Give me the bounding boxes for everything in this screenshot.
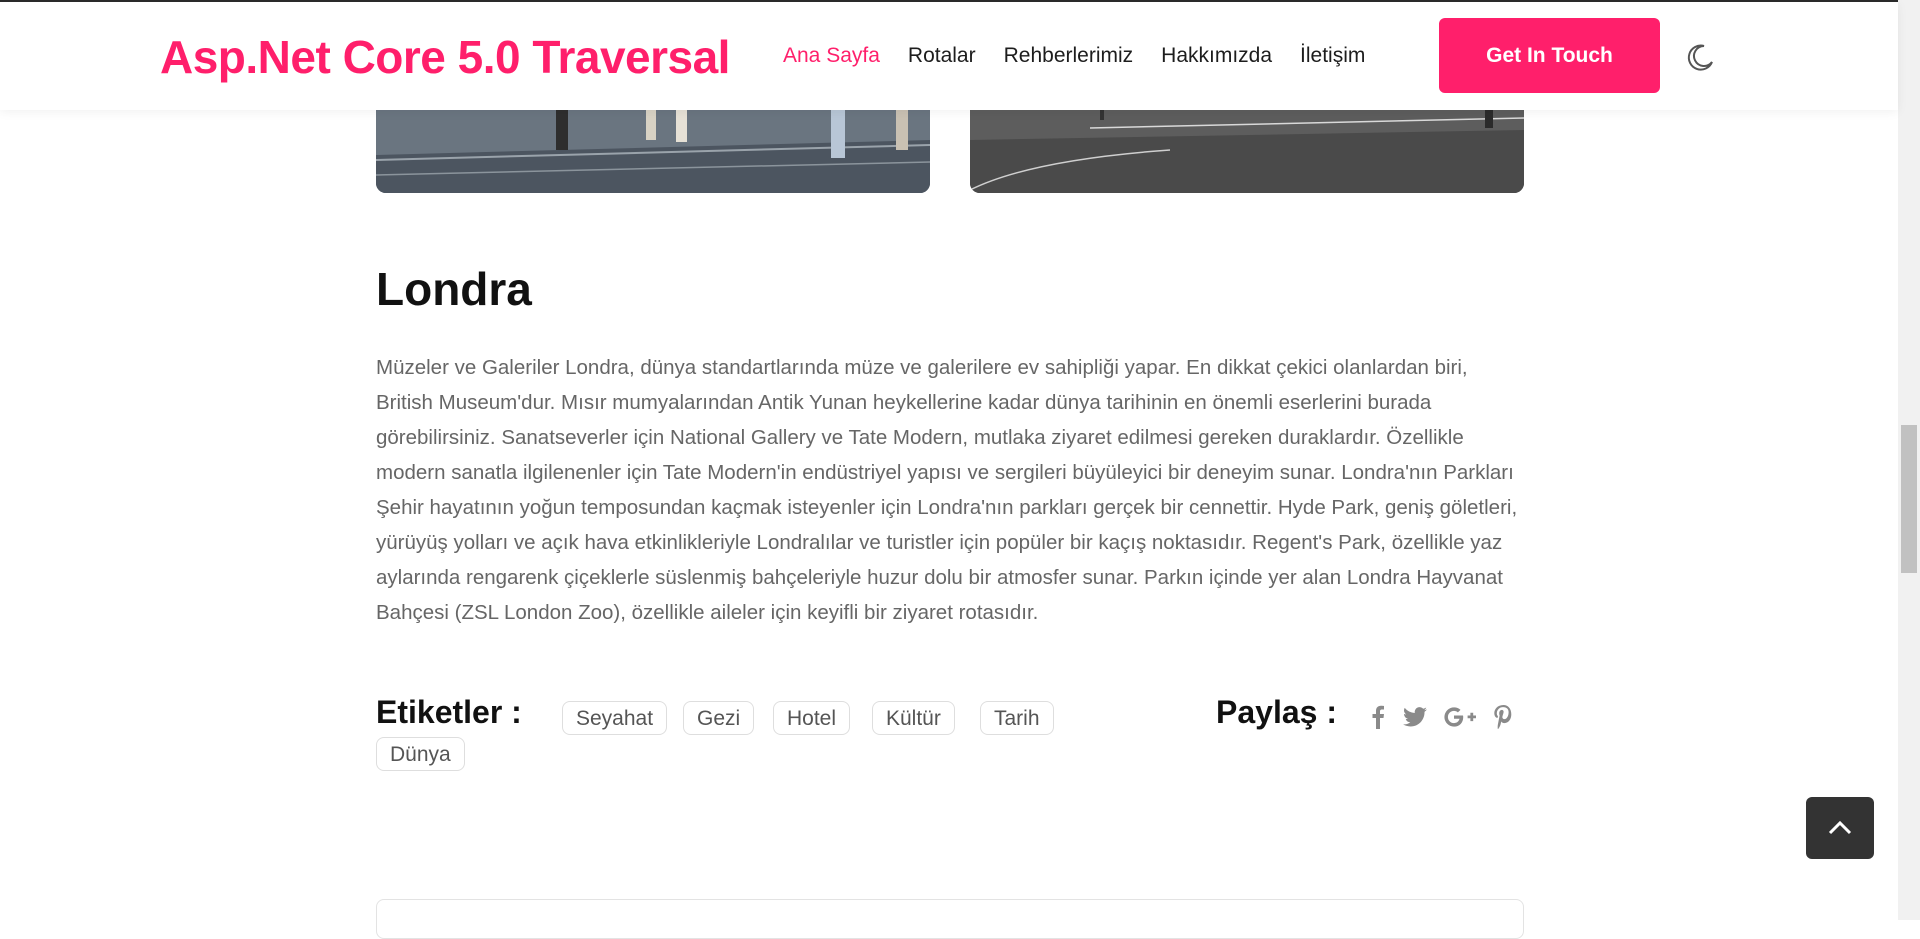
pinterest-icon[interactable]: [1490, 704, 1516, 730]
tag-tarih[interactable]: Tarih: [980, 701, 1054, 735]
nav-item-hakkimizda[interactable]: Hakkımızda: [1161, 44, 1272, 68]
site-header: Asp.Net Core 5.0 Traversal Ana Sayfa Rot…: [0, 2, 1898, 110]
brand-logo[interactable]: Asp.Net Core 5.0 Traversal: [160, 30, 730, 84]
article-body: Müzeler ve Galeriler Londra, dünya stand…: [376, 356, 1518, 624]
back-to-top-button[interactable]: [1806, 797, 1874, 859]
tag-hotel[interactable]: Hotel: [773, 701, 851, 735]
gallery-image-street: [970, 100, 1524, 193]
scrollbar-thumb[interactable]: [1901, 425, 1917, 573]
chevron-up-icon: [1828, 820, 1852, 835]
share-label: Paylaş :: [1216, 694, 1337, 730]
google-plus-icon[interactable]: [1443, 704, 1477, 730]
gallery-image-bridge: [376, 100, 930, 193]
tag-gezi[interactable]: Gezi: [683, 701, 755, 735]
tag-seyahat[interactable]: Seyahat: [562, 701, 668, 735]
main-nav: Ana Sayfa Rotalar Rehberlerimiz Hakkımız…: [783, 44, 1365, 68]
nav-item-iletisim[interactable]: İletişim: [1300, 44, 1365, 68]
moon-icon[interactable]: [1684, 42, 1716, 74]
twitter-icon[interactable]: [1402, 704, 1428, 730]
nav-item-ana-sayfa[interactable]: Ana Sayfa: [783, 44, 880, 68]
tag-kultur[interactable]: Kültür: [872, 701, 955, 735]
nav-item-rotalar[interactable]: Rotalar: [908, 44, 976, 68]
tag-list: Seyahat Gezi Hotel Kültür Tarih Dünya: [376, 701, 1096, 781]
page-scrollbar[interactable]: [1898, 0, 1920, 920]
nav-item-rehberlerimiz[interactable]: Rehberlerimiz: [1004, 44, 1134, 68]
get-in-touch-button[interactable]: Get In Touch: [1439, 18, 1660, 93]
comment-card-top: [376, 899, 1524, 939]
tag-dunya[interactable]: Dünya: [376, 737, 465, 771]
article-title: Londra: [376, 263, 532, 315]
facebook-icon[interactable]: [1365, 704, 1391, 730]
